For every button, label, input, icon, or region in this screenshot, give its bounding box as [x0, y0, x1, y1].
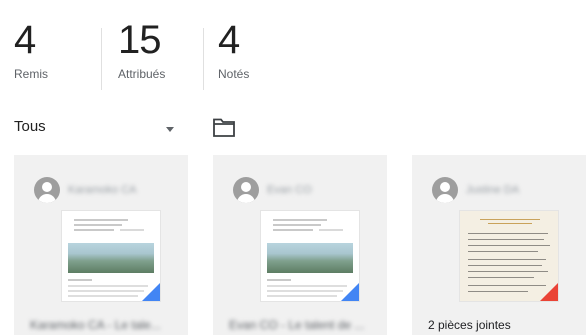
- attachment-count-label: 2 pièces jointes: [428, 318, 511, 332]
- document-thumbnail[interactable]: [260, 210, 360, 302]
- student-name: Karamoko CA: [68, 184, 137, 196]
- stat-divider: [203, 28, 204, 90]
- student-submission-card[interactable]: Evan CO Evan CO - Le talent de ...: [213, 155, 387, 335]
- student-name: Justine DA: [466, 184, 520, 196]
- stat-assigned-label: Attribués: [118, 67, 166, 81]
- stat-divider: [101, 28, 102, 90]
- stat-assigned-count: 15: [118, 18, 161, 62]
- document-thumbnail[interactable]: [61, 210, 161, 302]
- attachment-title: Evan CO - Le talent de ...: [229, 318, 365, 332]
- stat-turned-in-count: 4: [14, 18, 36, 62]
- arrow-drop-down-icon: [166, 127, 174, 132]
- stat-turned-in[interactable]: 4 Remis: [14, 18, 94, 84]
- student-name: Evan CO: [267, 184, 312, 196]
- file-type-corner: [540, 283, 558, 301]
- status-filter-dropdown[interactable]: Tous: [14, 116, 184, 140]
- filter-row: Tous: [14, 116, 236, 140]
- student-submission-card[interactable]: Karamoko CA Karamoko CA - Le tale...: [14, 155, 188, 335]
- avatar: [34, 177, 60, 203]
- stat-graded[interactable]: 4 Notés: [218, 18, 298, 84]
- handwritten-thumbnail[interactable]: [459, 210, 559, 302]
- folder-icon[interactable]: [212, 116, 236, 138]
- avatar: [432, 177, 458, 203]
- stat-turned-in-label: Remis: [14, 67, 49, 81]
- attachment-title: Karamoko CA - Le tale...: [30, 318, 161, 332]
- student-submission-card[interactable]: Justine DA 2 pièces jointes: [412, 155, 586, 335]
- avatar: [233, 177, 259, 203]
- file-type-corner: [142, 283, 160, 301]
- status-filter-label: Tous: [14, 118, 46, 135]
- stat-graded-label: Notés: [218, 67, 250, 81]
- stat-graded-count: 4: [218, 18, 240, 62]
- file-type-corner: [341, 283, 359, 301]
- stat-assigned[interactable]: 15 Attribués: [118, 18, 198, 84]
